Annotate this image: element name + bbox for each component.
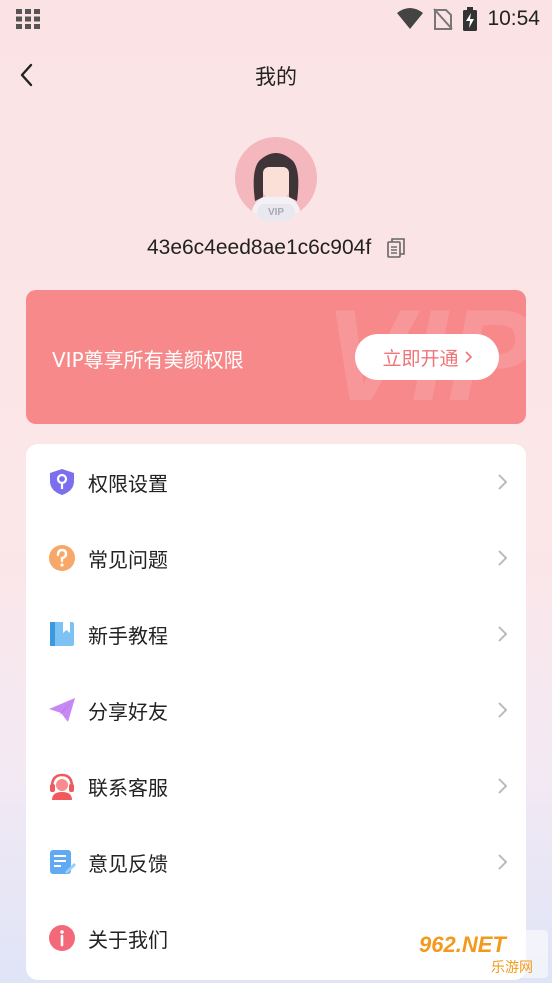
battery-charging-icon — [463, 7, 478, 31]
chevron-right-icon — [498, 854, 508, 870]
activate-vip-label: 立即开通 — [382, 347, 459, 370]
menu-item-tutorial[interactable]: 新手教程 — [26, 596, 526, 672]
clock: 10:54 — [487, 7, 540, 30]
feedback-note-icon — [50, 850, 76, 874]
no-sim-icon — [433, 8, 454, 30]
menu-label: 联系客服 — [88, 775, 168, 800]
book-icon — [50, 622, 74, 646]
shield-key-icon — [50, 469, 74, 495]
menu-label: 意见反馈 — [88, 851, 168, 876]
menu-label: 权限设置 — [88, 471, 168, 496]
status-bar: 10:54 — [0, 0, 552, 38]
chevron-right-icon — [498, 626, 508, 642]
menu-item-faq[interactable]: 常见问题 — [26, 520, 526, 596]
page-title: 我的 — [255, 65, 297, 89]
menu-label: 分享好友 — [88, 699, 168, 724]
info-circle-icon — [49, 925, 75, 951]
vip-badge: VIP — [257, 204, 295, 221]
site-watermark: 962.NET 乐游网 — [413, 930, 548, 978]
chevron-right-icon — [498, 702, 508, 718]
headset-agent-icon — [50, 773, 74, 800]
activate-vip-button[interactable]: 立即开通 — [355, 334, 499, 380]
question-circle-icon — [49, 545, 75, 571]
watermark-top-text: 962.NET — [419, 932, 506, 957]
copy-icon[interactable] — [387, 238, 405, 259]
user-id-row: 43e6c4eed8ae1c6c904f — [0, 236, 552, 260]
menu-item-customer-service[interactable]: 联系客服 — [26, 748, 526, 824]
paper-plane-icon — [49, 698, 75, 722]
chevron-right-icon — [464, 351, 472, 363]
wifi-icon — [397, 8, 424, 29]
menu-item-permissions[interactable]: 权限设置 — [26, 444, 526, 520]
menu-list: 权限设置 常见问题 新手教程 分享好友 联系客服 意见反馈 关于我们 — [26, 444, 526, 980]
chevron-right-icon — [498, 550, 508, 566]
vip-banner[interactable]: VIP VIP尊享所有美颜权限 立即开通 — [26, 290, 526, 424]
nav-bar: 我的 — [0, 45, 552, 105]
user-id-text: 43e6c4eed8ae1c6c904f — [146, 236, 372, 260]
chevron-right-icon — [498, 778, 508, 794]
menu-label: 新手教程 — [88, 623, 168, 648]
menu-item-feedback[interactable]: 意见反馈 — [26, 824, 526, 900]
watermark-bottom-text: 乐游网 — [491, 960, 533, 976]
menu-item-share[interactable]: 分享好友 — [26, 672, 526, 748]
menu-label: 常见问题 — [88, 547, 168, 572]
chevron-right-icon — [498, 474, 508, 490]
menu-label: 关于我们 — [88, 927, 168, 952]
vip-banner-text: VIP尊享所有美颜权限 — [52, 348, 244, 372]
app-grid-icon — [16, 9, 40, 29]
